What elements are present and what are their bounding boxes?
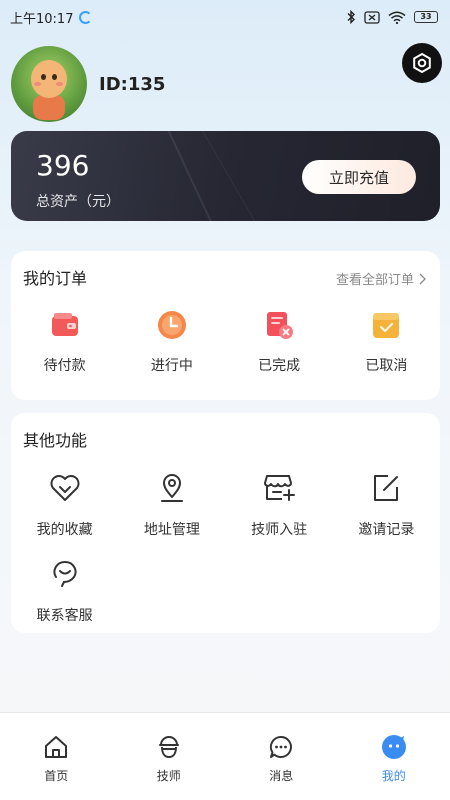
other-functions-title: 其他功能 <box>23 431 88 450</box>
battery-icon: 33 <box>414 11 438 23</box>
func-item-label: 我的收藏 <box>36 522 93 538</box>
nav-label: 我的 <box>381 769 406 783</box>
func-item-invite-records[interactable]: 邀请记录 <box>333 471 440 539</box>
document-done-icon <box>263 309 295 341</box>
heart-icon <box>48 471 82 505</box>
nav-item-mine[interactable]: 我的 <box>338 713 450 800</box>
status-bar: 上午10:17 33 <box>0 0 450 34</box>
order-item-pending-payment[interactable]: 待付款 <box>11 309 118 375</box>
sim-off-icon <box>364 10 380 24</box>
wallet-icon <box>49 309 81 341</box>
total-assets-amount: 396 <box>36 149 90 182</box>
cancelled-box-icon <box>370 309 402 341</box>
total-assets-label: 总资产（元） <box>36 194 120 210</box>
order-item-label: 已取消 <box>365 358 408 374</box>
order-item-cancelled[interactable]: 已取消 <box>333 309 440 375</box>
view-all-orders-label: 查看全部订单 <box>335 273 414 288</box>
status-time: 上午10:17 <box>10 11 74 27</box>
profile-header: ID:135 <box>11 46 165 122</box>
nav-item-home[interactable]: 首页 <box>0 713 113 800</box>
recharge-button[interactable]: 立即充值 <box>302 160 416 194</box>
func-item-label: 联系客服 <box>36 608 93 624</box>
order-status-list: 待付款 进行中 已完成 已取消 <box>11 309 440 375</box>
storefront-icon <box>262 471 296 505</box>
sync-icon <box>79 10 93 24</box>
hexagon-settings-icon <box>413 52 431 74</box>
orders-card: 我的订单 查看全部订单 待付款 进行中 已完成 已取消 <box>11 251 440 400</box>
headset-icon <box>48 557 82 591</box>
nav-item-messages[interactable]: 消息 <box>225 713 338 800</box>
order-item-in-progress[interactable]: 进行中 <box>118 309 225 375</box>
status-right: 33 <box>346 10 438 24</box>
asset-card: 396 总资产（元） 立即充值 <box>11 131 440 221</box>
func-item-label: 地址管理 <box>143 522 200 538</box>
order-item-label: 已完成 <box>258 358 301 374</box>
nav-label: 首页 <box>44 769 69 783</box>
other-functions-card: 其他功能 我的收藏 地址管理 技师入驻 邀请记录 联系客服 <box>11 413 440 633</box>
avatar[interactable] <box>11 46 87 122</box>
func-item-technician-join[interactable]: 技师入驻 <box>226 471 333 539</box>
func-item-label: 技师入驻 <box>251 522 308 538</box>
func-item-address[interactable]: 地址管理 <box>118 471 225 539</box>
order-item-label: 进行中 <box>150 358 193 374</box>
functions-grid: 我的收藏 地址管理 技师入驻 邀请记录 联系客服 <box>11 471 440 625</box>
settings-button[interactable] <box>402 43 442 83</box>
edit-icon <box>369 471 403 505</box>
order-item-label: 待付款 <box>43 358 86 374</box>
wifi-icon <box>388 11 406 24</box>
bluetooth-icon <box>347 10 355 24</box>
nav-item-technician[interactable]: 技师 <box>113 713 226 800</box>
chevron-right-icon <box>419 273 426 284</box>
status-left: 上午10:17 <box>10 8 93 27</box>
location-pin-icon <box>155 471 189 505</box>
func-item-favorites[interactable]: 我的收藏 <box>11 471 118 539</box>
nav-label: 消息 <box>269 769 294 783</box>
message-icon <box>267 733 295 761</box>
func-item-label: 邀请记录 <box>358 522 415 538</box>
user-id: ID:135 <box>99 73 166 95</box>
technician-icon <box>155 733 183 761</box>
profile-face-icon <box>380 733 408 761</box>
nav-label: 技师 <box>156 769 181 783</box>
home-icon <box>42 733 70 761</box>
orders-title: 我的订单 <box>23 269 88 288</box>
bottom-nav: 首页 技师 消息 我的 <box>0 712 450 800</box>
clock-icon <box>156 309 188 341</box>
func-item-customer-service[interactable]: 联系客服 <box>11 557 118 625</box>
view-all-orders-link[interactable]: 查看全部订单 <box>336 269 426 288</box>
order-item-completed[interactable]: 已完成 <box>226 309 333 375</box>
